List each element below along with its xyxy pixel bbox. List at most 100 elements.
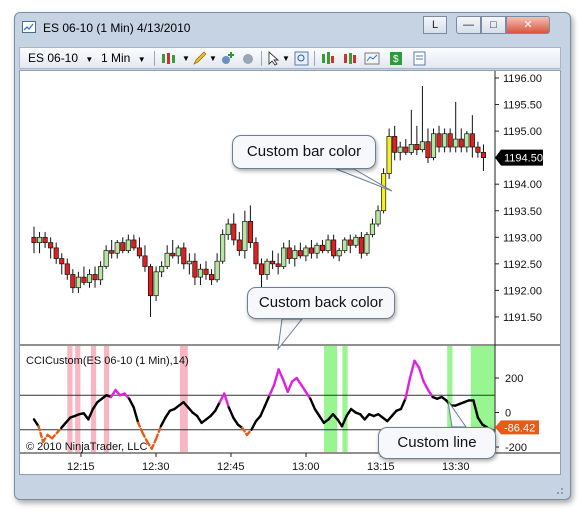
price-bar xyxy=(308,247,314,254)
cci-segment xyxy=(268,383,276,397)
minimize-button[interactable]: — xyxy=(456,16,481,34)
cci-segment xyxy=(318,414,326,425)
title-bar[interactable]: ES 06-10 (1 Min) 4/13/2010 L — □ ✕ xyxy=(15,13,570,41)
price-bar xyxy=(131,239,137,249)
chevron-down-icon[interactable]: ▼ xyxy=(209,54,217,63)
time-tick-label: 12:15 xyxy=(67,461,95,473)
price-bar xyxy=(31,236,37,243)
price-bar xyxy=(342,239,348,251)
price-bar xyxy=(64,263,70,275)
price-bar xyxy=(42,236,48,243)
price-bar xyxy=(419,141,425,151)
price-tick-label: 1191.50 xyxy=(503,312,542,324)
price-bar xyxy=(264,260,270,275)
chevron-down-icon[interactable]: ▼ xyxy=(282,54,290,63)
price-bar xyxy=(181,247,187,265)
price-bar xyxy=(347,239,353,246)
interval-selector[interactable]: 1 Min ▼ xyxy=(101,51,146,65)
price-tick-label: 1192.50 xyxy=(503,259,542,271)
cci-segment xyxy=(164,409,172,419)
maximize-button[interactable]: □ xyxy=(481,16,506,34)
callout-custom-line: Custom line xyxy=(378,427,496,459)
pencil-icon[interactable] xyxy=(192,51,208,66)
time-tick-label: 12:45 xyxy=(217,461,245,473)
price-bar xyxy=(220,234,226,262)
callout-custom-back-color: Custom back color xyxy=(247,287,395,319)
price-bar xyxy=(403,146,409,153)
cci-segment xyxy=(227,406,235,419)
candlestick-icon[interactable] xyxy=(342,51,358,66)
price-bar xyxy=(408,144,414,153)
toolbar-separator xyxy=(154,51,155,66)
strategy-icon[interactable] xyxy=(240,51,256,66)
price-bar xyxy=(153,271,159,297)
price-bar xyxy=(203,268,209,275)
resize-grip-icon[interactable] xyxy=(554,485,564,495)
price-bar xyxy=(314,244,320,254)
instrument-label: ES 06-10 xyxy=(28,51,79,65)
cci-segment xyxy=(136,421,144,435)
cci-segment xyxy=(277,368,285,381)
price-bar xyxy=(164,252,170,267)
cursor-icon[interactable] xyxy=(266,51,282,66)
svg-text:$: $ xyxy=(393,54,399,65)
indicator-back-green xyxy=(342,346,348,452)
price-bar xyxy=(75,276,81,289)
cci-segment xyxy=(159,416,167,428)
price-bar xyxy=(475,146,481,153)
bar-type-icon[interactable] xyxy=(160,51,180,66)
link-button[interactable]: L xyxy=(423,16,447,34)
price-bar xyxy=(270,260,276,265)
dollar-icon[interactable]: $ xyxy=(388,51,404,66)
price-bar xyxy=(458,138,464,148)
chart-area[interactable]: 1196.00 1195.50 1195.00 1194.50 1194.00 1193.… xyxy=(19,70,561,475)
price-bar xyxy=(258,263,265,275)
price-bar xyxy=(436,133,442,148)
price-tick-label: 1193.00 xyxy=(503,232,542,244)
cci-value-label: -86.42 xyxy=(504,422,535,434)
price-bar xyxy=(469,133,475,148)
callout-back-color-label: Custom back color xyxy=(258,294,384,311)
close-button[interactable]: ✕ xyxy=(506,16,550,34)
price-bar xyxy=(114,242,120,254)
price-bar xyxy=(98,266,104,281)
zoom-icon[interactable] xyxy=(294,51,310,66)
price-bar xyxy=(175,247,181,257)
chevron-down-icon[interactable]: ▼ xyxy=(182,54,190,63)
price-bar xyxy=(36,236,43,243)
cci-segment xyxy=(250,419,258,431)
price-bar xyxy=(236,239,242,251)
time-tick-label: 12:30 xyxy=(142,461,170,473)
price-bar xyxy=(480,151,487,158)
price-bar xyxy=(225,223,231,235)
cci-segment xyxy=(413,359,421,369)
price-bar xyxy=(170,252,176,257)
chart-canvas[interactable]: 1196.00 1195.50 1195.00 1194.50 1194.00 1193.… xyxy=(20,71,560,474)
add-indicator-icon[interactable] xyxy=(220,51,236,66)
price-bar xyxy=(331,239,337,257)
time-tick-label: 13:00 xyxy=(292,461,320,473)
price-bar xyxy=(397,146,403,153)
price-bar xyxy=(303,247,309,257)
properties-icon[interactable] xyxy=(364,51,380,66)
price-bar xyxy=(59,258,65,265)
price-bar xyxy=(159,266,165,273)
price-tick-label: 1196.00 xyxy=(503,73,542,85)
chart-trader-icon[interactable] xyxy=(320,51,336,66)
price-bar xyxy=(336,250,342,257)
price-bar xyxy=(275,263,281,267)
data-box-icon[interactable] xyxy=(412,51,428,66)
indicator-label: CCICustom(ES 06-10 (1 Min),14) xyxy=(26,355,189,367)
price-tick-label: 1195.50 xyxy=(503,100,542,112)
price-bar xyxy=(430,133,437,159)
price-bar xyxy=(125,239,131,251)
callout-bar-color-label: Custom bar color xyxy=(246,143,362,160)
cci-segment xyxy=(272,368,280,387)
price-bar xyxy=(81,276,87,283)
instrument-selector[interactable]: ES 06-10 ▼ xyxy=(28,51,93,65)
chart-app-icon xyxy=(22,21,36,33)
cci-segment xyxy=(408,359,416,380)
cci-segment xyxy=(399,397,407,411)
cci-segment xyxy=(309,397,317,411)
chevron-down-icon: ▼ xyxy=(137,55,146,64)
